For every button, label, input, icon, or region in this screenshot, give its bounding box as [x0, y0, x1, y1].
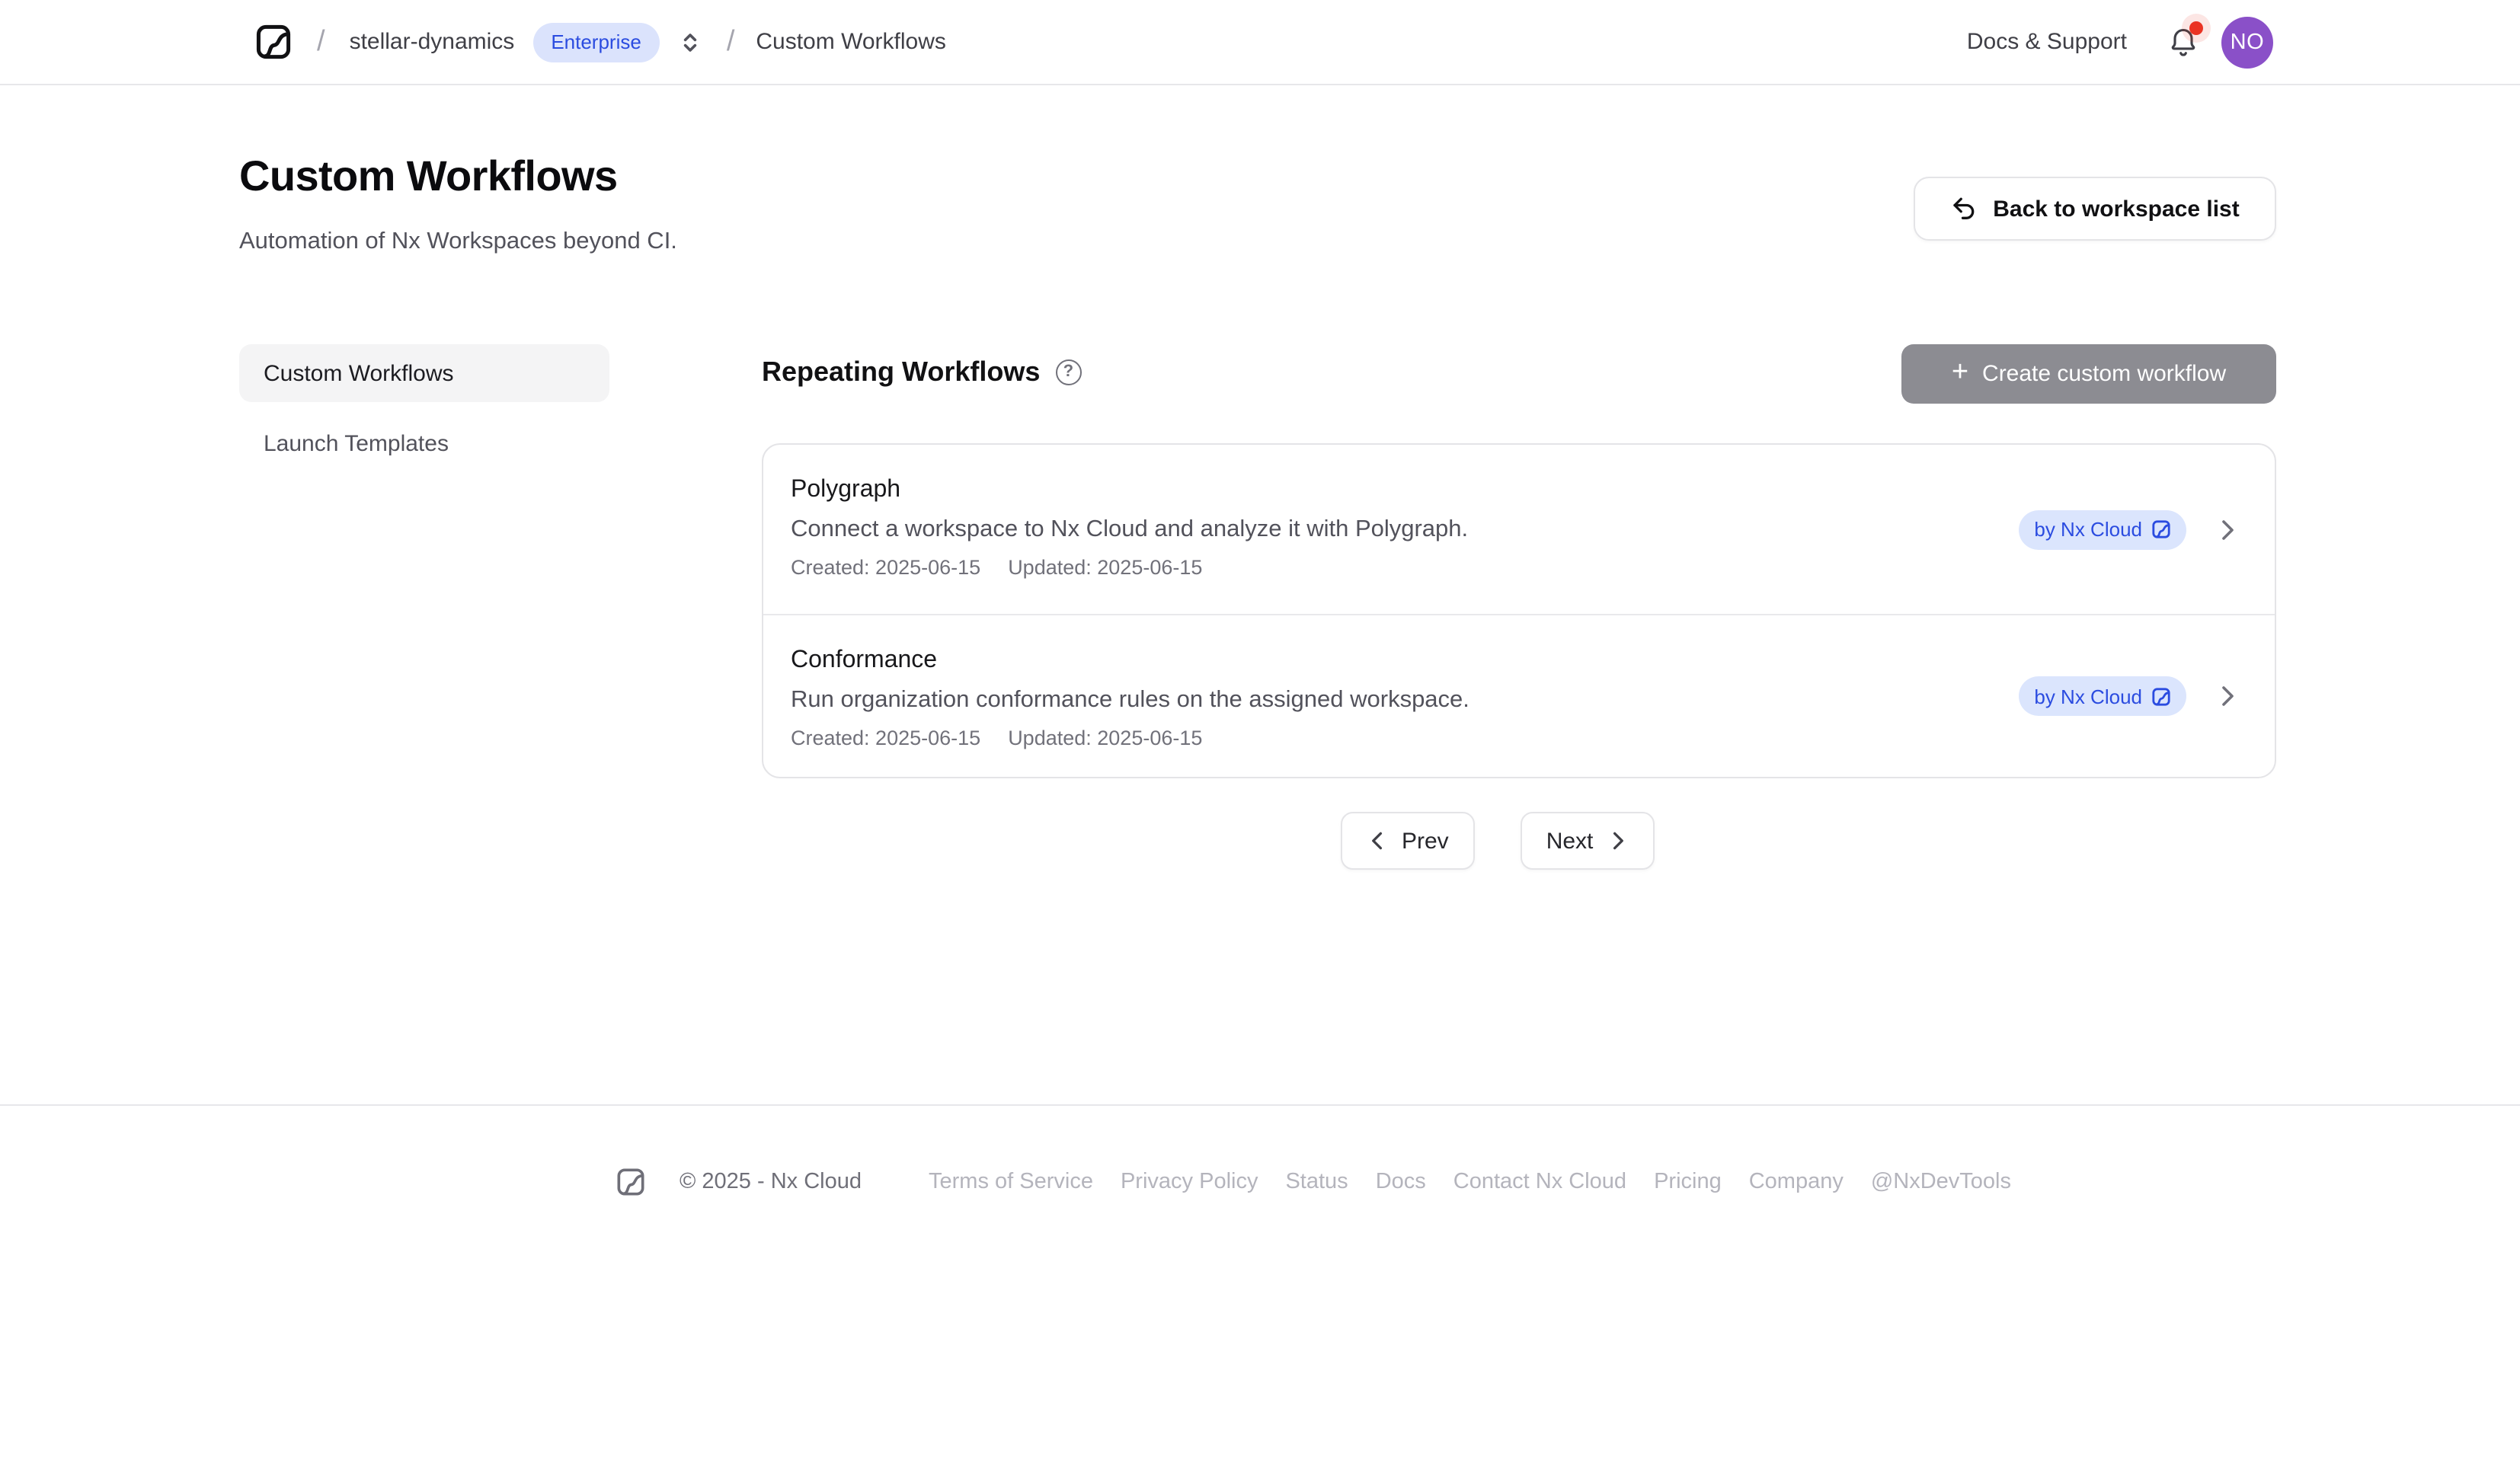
workflow-row-polygraph[interactable]: Polygraph Connect a workspace to Nx Clou… [763, 445, 2275, 614]
nx-cloud-logo-icon[interactable] [254, 23, 293, 61]
by-nx-cloud-badge[interactable]: by Nx Cloud [2019, 676, 2186, 716]
workflow-title: Polygraph [791, 474, 1879, 507]
chevron-right-icon [2215, 517, 2240, 541]
footer-link-contact[interactable]: Contact Nx Cloud [1453, 1170, 1626, 1194]
page-title: Custom Workflows [239, 152, 618, 201]
chevron-left-icon [1367, 830, 1388, 851]
avatar[interactable]: NO [2221, 16, 2273, 68]
footer-links: Terms of Service Privacy Policy Status D… [929, 1170, 2011, 1194]
by-nx-cloud-badge[interactable]: by Nx Cloud [2019, 510, 2186, 549]
workflow-row-actions: by Nx Cloud [2019, 445, 2240, 614]
nx-cloud-logo-icon [616, 1167, 646, 1197]
help-question-mark-icon[interactable]: ? [1055, 359, 1081, 385]
breadcrumb-separator: / [317, 25, 325, 59]
created-date: Created: 2025-06-15 [791, 724, 980, 754]
created-date: Created: 2025-06-15 [791, 553, 980, 583]
workspace-name[interactable]: stellar-dynamics [350, 29, 515, 55]
settings-sidebar: Custom Workflows Launch Templates [239, 344, 609, 484]
workflow-list: Polygraph Connect a workspace to Nx Clou… [762, 443, 2276, 778]
top-navbar: / stellar-dynamics Enterprise / Custom W… [0, 0, 2520, 85]
plus-icon: + [1952, 358, 1968, 387]
badge-label: by Nx Cloud [2034, 518, 2142, 541]
workspace-switcher-chevron-up-down-icon[interactable] [678, 30, 702, 54]
back-button-label: Back to workspace list [1993, 196, 2239, 222]
prev-page-button[interactable]: Prev [1341, 812, 1475, 870]
footer-link-company[interactable]: Company [1749, 1170, 1844, 1194]
workflow-row-conformance[interactable]: Conformance Run organization conformance… [763, 614, 2275, 777]
footer: © 2025 - Nx Cloud Terms of Service Priva… [616, 1167, 2011, 1197]
workflow-dates: Created: 2025-06-15 Updated: 2025-06-15 [791, 724, 1879, 754]
breadcrumb-current-page[interactable]: Custom Workflows [756, 29, 946, 55]
footer-link-pricing[interactable]: Pricing [1654, 1170, 1722, 1194]
copyright-text: © 2025 - Nx Cloud [680, 1170, 862, 1194]
chevron-right-icon [1607, 830, 1628, 851]
updated-date: Updated: 2025-06-15 [1008, 724, 1202, 754]
section-title: Repeating Workflows [762, 350, 1040, 393]
footer-link-nxdevtools[interactable]: @NxDevTools [1871, 1170, 2011, 1194]
plan-badge: Enterprise [532, 22, 660, 62]
sidebar-item-launch-templates[interactable]: Launch Templates [239, 414, 609, 472]
breadcrumb-separator: / [727, 25, 735, 59]
chevron-right-icon [2215, 684, 2240, 708]
workflow-info: Polygraph Connect a workspace to Nx Clou… [791, 474, 1879, 583]
create-custom-workflow-button[interactable]: + Create custom workflow [1901, 344, 2276, 404]
workflow-row-actions: by Nx Cloud [2019, 615, 2240, 777]
badge-label: by Nx Cloud [2034, 685, 2142, 708]
pagination: Prev Next [1341, 812, 1654, 870]
next-page-button[interactable]: Next [1521, 812, 1655, 870]
next-label: Next [1546, 828, 1594, 854]
notifications-button[interactable] [2167, 25, 2200, 59]
nx-cloud-mini-logo-icon [2151, 686, 2171, 706]
prev-label: Prev [1402, 828, 1449, 854]
footer-link-privacy[interactable]: Privacy Policy [1121, 1170, 1258, 1194]
workflow-info: Conformance Run organization conformance… [791, 644, 1879, 754]
docs-support-link[interactable]: Docs & Support [1967, 29, 2127, 55]
sidebar-item-custom-workflows[interactable]: Custom Workflows [239, 344, 609, 402]
app: / stellar-dynamics Enterprise / Custom W… [0, 0, 2520, 1479]
footer-divider [0, 1104, 2520, 1106]
footer-link-docs[interactable]: Docs [1376, 1170, 1426, 1194]
footer-link-status[interactable]: Status [1285, 1170, 1348, 1194]
workflow-description: Run organization conformance rules on th… [791, 684, 1879, 717]
footer-link-terms[interactable]: Terms of Service [929, 1170, 1093, 1194]
nx-cloud-mini-logo-icon [2151, 519, 2171, 539]
workflow-title: Conformance [791, 644, 1879, 678]
notification-dot [2189, 21, 2203, 34]
workflow-description: Connect a workspace to Nx Cloud and anal… [791, 513, 1879, 547]
undo-arrow-icon [1950, 195, 1978, 222]
workflow-dates: Created: 2025-06-15 Updated: 2025-06-15 [791, 553, 1879, 583]
breadcrumb: / stellar-dynamics Enterprise / Custom W… [254, 0, 946, 84]
updated-date: Updated: 2025-06-15 [1008, 553, 1202, 583]
navbar-actions: Docs & Support NO [1967, 0, 2273, 84]
page-subtitle: Automation of Nx Workspaces beyond CI. [239, 228, 677, 256]
back-to-workspace-list-button[interactable]: Back to workspace list [1914, 177, 2276, 241]
create-button-label: Create custom workflow [1982, 361, 2226, 387]
section-header: Repeating Workflows ? [762, 350, 1081, 393]
